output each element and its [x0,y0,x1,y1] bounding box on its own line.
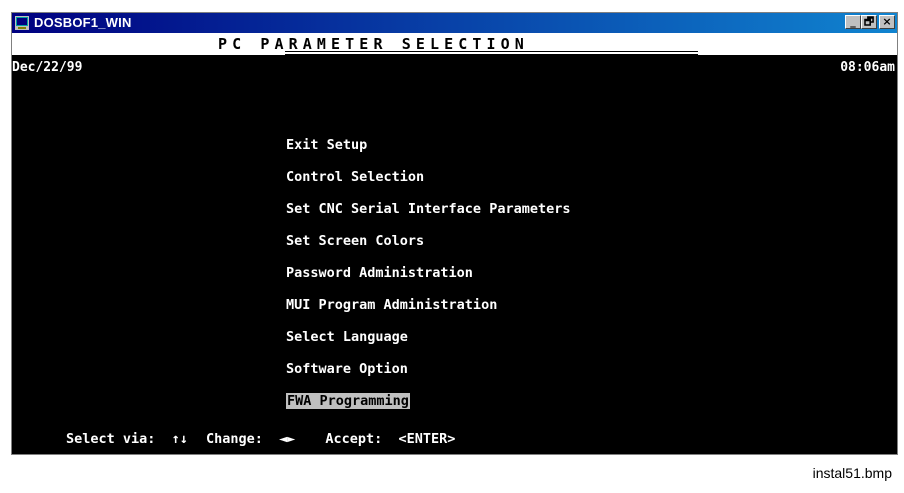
accept-label: Accept: [325,431,383,447]
enter-key-label: <ENTER> [398,431,456,447]
menu-item-exit-setup[interactable]: Exit Setup [286,137,367,153]
restore-icon: 🗗 [863,15,875,28]
close-icon: × [882,15,892,28]
menu-item-control-selection[interactable]: Control Selection [286,169,424,185]
menu-item-screen-colors[interactable]: Set Screen Colors [286,233,424,249]
menu-item-fwa-programming[interactable]: FWA Programming [286,393,410,409]
menu-item-mui-program-admin[interactable]: MUI Program Administration [286,297,497,313]
minimize-button[interactable]: _ [845,15,861,29]
minimize-icon: _ [850,15,856,28]
menu-item-password-admin[interactable]: Password Administration [286,265,473,281]
select-label: Select via: [66,431,156,447]
title-bar[interactable]: DOSBOF1_WIN _ 🗗 × [12,13,897,33]
time-display: 08:06am [840,60,895,75]
arrow-left-right-icon: ◄► [279,431,296,447]
menu-item-software-option[interactable]: Software Option [286,361,408,377]
title-underline [285,51,698,55]
date-display: Dec/22/99 [12,60,83,75]
window-title: DOSBOF1_WIN [34,15,132,30]
change-label: Change: [205,431,263,447]
dos-window: DOSBOF1_WIN _ 🗗 × PC PARAMETER SELECTION… [11,12,898,455]
header-band: PC PARAMETER SELECTION [12,33,897,55]
dos-screen: PC PARAMETER SELECTION Dec/22/99 08:06am… [12,33,897,454]
menu-item-cnc-serial-interface[interactable]: Set CNC Serial Interface Parameters [286,201,570,217]
status-line: Select via: ↑↓ Change: ◄► Accept: <ENTER… [66,431,455,447]
arrow-up-down-icon: ↑↓ [171,431,188,447]
close-button[interactable]: × [879,15,895,29]
menu-item-select-language[interactable]: Select Language [286,329,408,345]
dos-window-icon [15,16,29,30]
image-caption: instal51.bmp [812,465,892,481]
restore-button[interactable]: 🗗 [861,15,877,29]
